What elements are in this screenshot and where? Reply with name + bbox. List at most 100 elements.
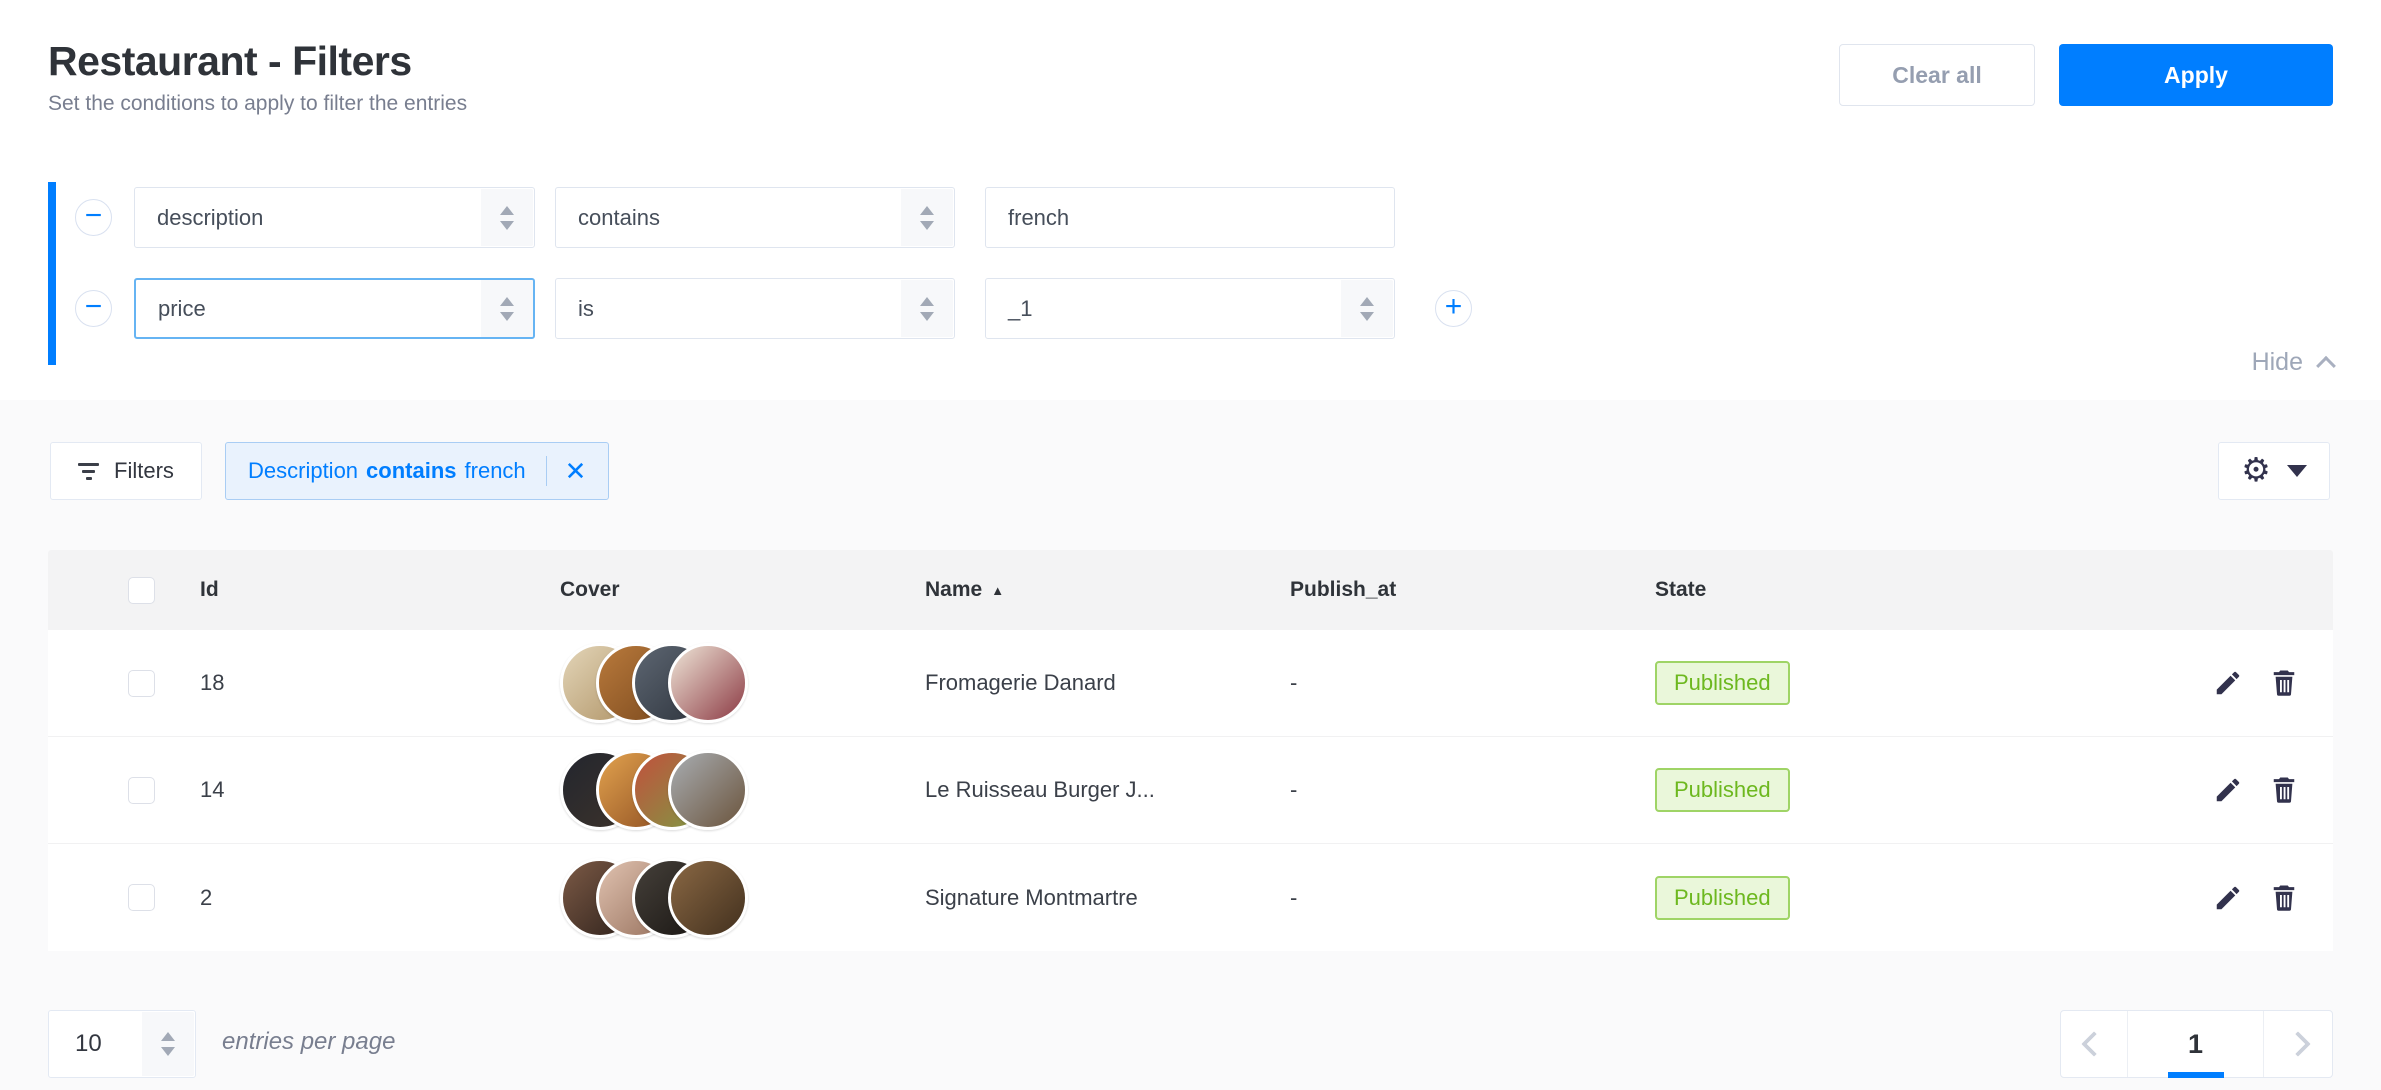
cell-state: Published [1655, 876, 2163, 920]
column-header-id[interactable]: Id [200, 578, 560, 602]
table-body: 18 Fromagerie Danard - Published 14 Le R… [48, 630, 2333, 951]
row-checkbox[interactable] [128, 884, 155, 911]
tag-value: french [465, 458, 526, 484]
cell-publish-at: - [1290, 885, 1655, 911]
previous-page-button[interactable] [2061, 1011, 2127, 1077]
row-actions [2163, 883, 2333, 913]
sort-asc-icon: ▲ [991, 583, 1004, 598]
current-page-indicator [2168, 1072, 2224, 1078]
filter-condition-row: − price is _1 + [48, 278, 2333, 339]
cell-publish-at: - [1290, 670, 1655, 696]
row-checkbox[interactable] [128, 670, 155, 697]
active-filter-tag[interactable]: Description contains french ✕ [225, 442, 609, 500]
row-actions [2163, 668, 2333, 698]
row-actions [2163, 775, 2333, 805]
chevron-left-icon [2081, 1031, 2106, 1056]
filter-value-input[interactable] [985, 187, 1395, 248]
select-all-checkbox[interactable] [128, 577, 155, 604]
remove-condition-button[interactable]: − [75, 199, 112, 236]
chevron-up-icon [2316, 355, 2336, 375]
list-view-section: Filters Description contains french ✕ ⚙ … [0, 400, 2381, 1090]
remove-filter-tag-icon[interactable]: ✕ [565, 458, 587, 484]
entries-per-page-select[interactable]: 10 [48, 1010, 196, 1078]
hide-label: Hide [2252, 348, 2303, 377]
table-row[interactable]: 14 Le Ruisseau Burger J... - Published [48, 737, 2333, 844]
cover-avatar [668, 858, 748, 938]
edit-pencil-icon[interactable] [2213, 668, 2243, 698]
tag-divider [546, 456, 547, 486]
row-checkbox[interactable] [128, 777, 155, 804]
edit-pencil-icon[interactable] [2213, 775, 2243, 805]
select-value: 10 [75, 1030, 102, 1058]
page-subtitle: Set the conditions to apply to filter th… [48, 92, 467, 116]
select-value: contains [578, 205, 660, 231]
table-row[interactable]: 18 Fromagerie Danard - Published [48, 630, 2333, 737]
column-header-cover[interactable]: Cover [560, 578, 925, 602]
select-spinner-icon [142, 1012, 194, 1076]
edit-pencil-icon[interactable] [2213, 883, 2243, 913]
select-value: _1 [1008, 296, 1032, 322]
column-header-name[interactable]: Name ▲ [925, 578, 1290, 602]
select-spinner-icon [481, 189, 533, 246]
filter-icon [78, 463, 99, 480]
filter-value-select[interactable]: _1 [985, 278, 1395, 339]
header-actions: Clear all Apply [1839, 44, 2333, 106]
status-badge: Published [1655, 768, 1790, 812]
cell-name: Le Ruisseau Burger J... [925, 777, 1290, 803]
caret-down-icon [2287, 465, 2307, 477]
filters-button[interactable]: Filters [50, 442, 202, 500]
settings-dropdown-button[interactable]: ⚙ [2218, 442, 2330, 500]
add-condition-button[interactable]: + [1435, 290, 1472, 327]
cell-state: Published [1655, 661, 2163, 705]
restaurant-filters-page: Restaurant - Filters Set the conditions … [0, 0, 2381, 1090]
column-header-state[interactable]: State [1655, 578, 2163, 602]
filter-condition-row: − description contains [48, 187, 2333, 248]
page-title-block: Restaurant - Filters Set the conditions … [48, 38, 467, 116]
hide-filters-link[interactable]: Hide [2252, 348, 2333, 377]
cell-publish-at: - [1290, 777, 1655, 803]
column-header-publish-at[interactable]: Publish_at [1290, 578, 1655, 602]
page-title: Restaurant - Filters [48, 38, 467, 85]
entries-per-page-label: entries per page [222, 1028, 395, 1056]
select-spinner-icon [1341, 280, 1393, 337]
table-header-row: Id Cover Name ▲ Publish_at State [48, 550, 2333, 630]
cell-id: 14 [200, 777, 560, 803]
list-toolbar: Filters Description contains french ✕ ⚙ [48, 442, 2333, 500]
cover-avatar [668, 643, 748, 723]
current-page-button[interactable]: 1 [2127, 1011, 2264, 1077]
cell-id: 2 [200, 885, 560, 911]
next-page-button[interactable] [2264, 1011, 2332, 1077]
filter-field-select[interactable]: price [134, 278, 535, 339]
select-spinner-icon [901, 280, 953, 337]
filter-operator-select[interactable]: is [555, 278, 955, 339]
filter-operator-select[interactable]: contains [555, 187, 955, 248]
filters-button-label: Filters [114, 458, 174, 484]
cell-id: 18 [200, 670, 560, 696]
clear-all-button[interactable]: Clear all [1839, 44, 2035, 106]
cell-name: Fromagerie Danard [925, 670, 1290, 696]
gear-icon: ⚙ [2241, 453, 2271, 486]
delete-trash-icon[interactable] [2269, 775, 2299, 805]
select-spinner-icon [481, 280, 533, 337]
cover-avatar [668, 750, 748, 830]
tag-field: Description [248, 458, 358, 484]
filter-builder: − description contains − [48, 182, 2333, 382]
chevron-right-icon [2285, 1031, 2310, 1056]
select-value: description [157, 205, 263, 231]
status-badge: Published [1655, 876, 1790, 920]
cover-stack [560, 858, 925, 938]
cell-state: Published [1655, 768, 2163, 812]
pagination: 1 [2060, 1010, 2333, 1078]
filter-field-select[interactable]: description [134, 187, 535, 248]
cell-name: Signature Montmartre [925, 885, 1290, 911]
table-row[interactable]: 2 Signature Montmartre - Published [48, 844, 2333, 951]
cover-stack [560, 750, 925, 830]
remove-condition-button[interactable]: − [75, 290, 112, 327]
entries-table: Id Cover Name ▲ Publish_at State 18 From… [48, 550, 2333, 951]
select-value: is [578, 296, 594, 322]
delete-trash-icon[interactable] [2269, 668, 2299, 698]
delete-trash-icon[interactable] [2269, 883, 2299, 913]
filters-panel: Restaurant - Filters Set the conditions … [0, 0, 2381, 400]
status-badge: Published [1655, 661, 1790, 705]
apply-button[interactable]: Apply [2059, 44, 2333, 106]
